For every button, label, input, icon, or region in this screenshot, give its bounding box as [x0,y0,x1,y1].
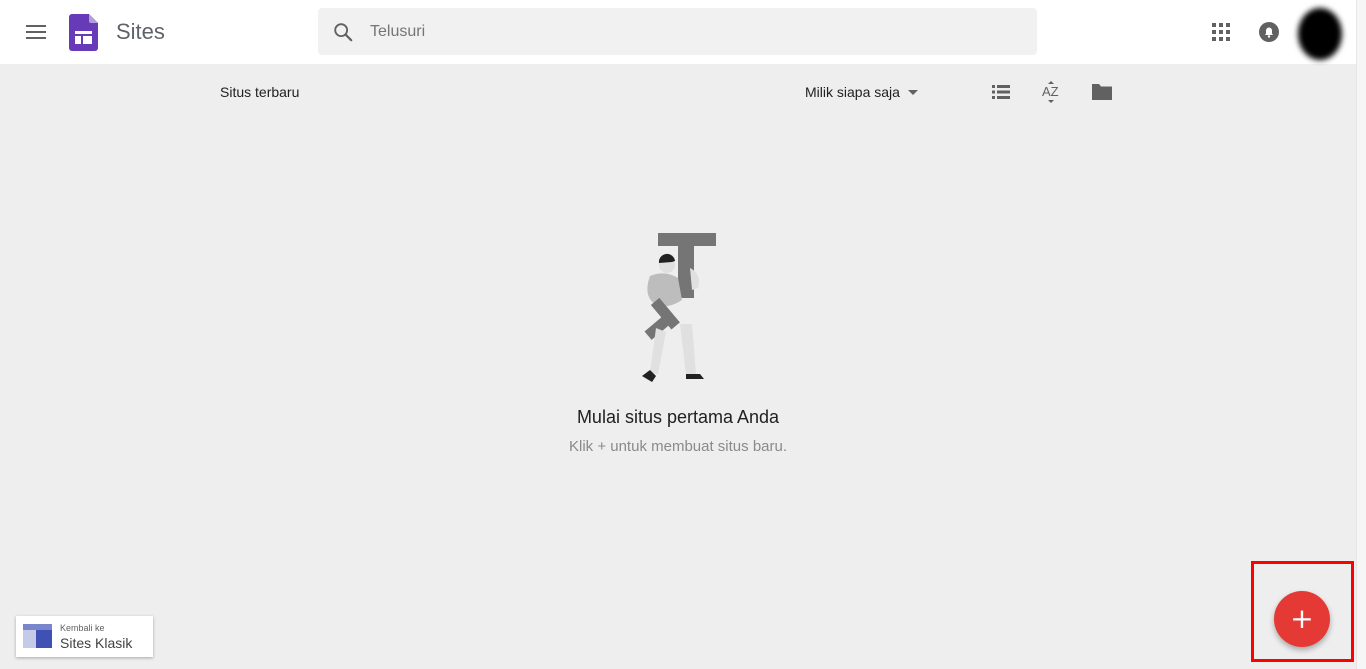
search-icon[interactable] [332,21,354,43]
sites-logo-icon[interactable] [69,14,98,51]
empty-state-subtitle: Klik + untuk membuat situs baru. [568,438,788,455]
caret-down-icon [907,89,918,95]
main-menu-button[interactable] [16,12,56,52]
apps-grid-icon [1212,23,1216,27]
create-site-button[interactable]: + [1274,591,1330,647]
empty-state-illustration [642,233,716,382]
notifications-icon[interactable] [1258,21,1280,43]
page-scrollbar[interactable] [1356,0,1366,669]
list-view-icon[interactable] [990,82,1012,102]
classic-sites-label: Sites Klasik [60,635,133,651]
folder-icon[interactable] [1090,82,1114,102]
section-title: Situs terbaru [220,84,300,100]
sort-az-icon[interactable]: AZ [1040,80,1062,104]
classic-sites-link[interactable]: Kembali ke Sites Klasik [16,616,153,657]
empty-state-title: Mulai situs pertama Anda [576,407,780,427]
search-bar[interactable] [318,8,1037,55]
menu-icon [26,25,46,39]
account-avatar[interactable] [1298,8,1342,60]
svg-text:AZ: AZ [1042,84,1059,99]
app-header: Sites [0,0,1356,64]
classic-sites-small-label: Kembali ke [60,623,105,633]
owner-filter-dropdown[interactable]: Milik siapa saja [805,84,918,100]
apps-grid-button[interactable] [1208,19,1234,45]
owner-filter-label: Milik siapa saja [805,84,900,100]
search-input[interactable] [370,8,1020,55]
classic-sites-icon [23,624,52,648]
app-title[interactable]: Sites [116,19,165,45]
